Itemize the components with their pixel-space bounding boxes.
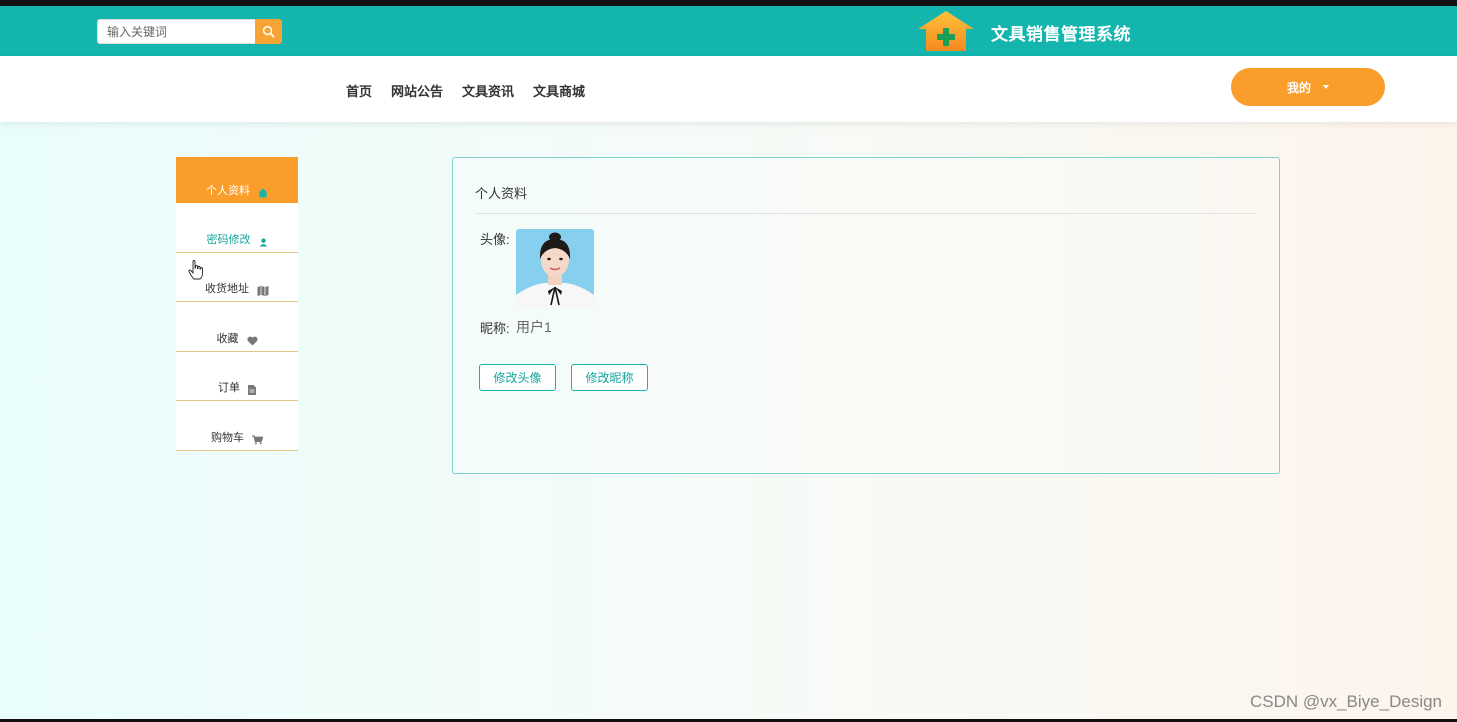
- nav-shop[interactable]: 文具商城: [533, 81, 585, 100]
- nav-announcements[interactable]: 网站公告: [391, 81, 443, 100]
- house-plus-icon: [918, 11, 974, 51]
- my-account-label: 我的: [1286, 80, 1311, 95]
- sidebar-item-password[interactable]: 密码修改: [176, 203, 298, 253]
- sidebar-item-label: 购物车: [211, 431, 244, 444]
- sidebar-item-label: 个人资料: [206, 185, 250, 197]
- nav-news[interactable]: 文具资讯: [462, 81, 514, 100]
- nav-bar: 首页 网站公告 文具资讯 文具商城 我的: [0, 56, 1457, 122]
- map-icon: [257, 286, 269, 296]
- sidebar-item-favorites[interactable]: 收藏: [176, 302, 298, 352]
- change-nickname-button[interactable]: 修改昵称: [571, 364, 648, 391]
- home-icon: [258, 188, 268, 198]
- user-icon: [259, 238, 267, 247]
- chevron-down-icon: [1323, 85, 1329, 89]
- my-account-dropdown[interactable]: 我的: [1231, 68, 1385, 106]
- avatar-label: 头像:: [480, 232, 510, 247]
- sidebar-item-orders[interactable]: 订单: [176, 351, 298, 401]
- top-bar: 文具销售管理系统: [0, 6, 1457, 56]
- search-input[interactable]: [97, 19, 255, 44]
- sidebar-item-cart[interactable]: 购物车: [176, 401, 298, 451]
- sidebar-item-label: 收藏: [216, 332, 239, 345]
- nav-home[interactable]: 首页: [346, 81, 372, 100]
- watermark: CSDN @vx_Biye_Design: [1249, 692, 1442, 711]
- profile-panel: 个人资料 头像: 昵称: 用户1 修改头像 修改昵称: [452, 157, 1280, 474]
- sidebar-item-label: 密码修改: [206, 233, 251, 246]
- change-avatar-button[interactable]: 修改头像: [479, 364, 556, 391]
- nickname-label: 昵称:: [480, 321, 510, 336]
- system-title: 文具销售管理系统: [991, 25, 1131, 44]
- sidebar-item-profile[interactable]: 个人资料: [176, 157, 298, 203]
- cart-icon: [252, 435, 263, 444]
- heart-icon: [246, 336, 258, 346]
- avatar: [516, 229, 594, 307]
- search-icon: [262, 25, 275, 38]
- sidebar-item-label: 订单: [218, 382, 240, 394]
- hand-pointer-icon: [188, 260, 203, 280]
- sidebar-item-label: 收货地址: [205, 283, 249, 295]
- main-nav: 首页 网站公告 文具资讯 文具商城: [346, 81, 585, 100]
- file-icon: [248, 385, 256, 395]
- search-button[interactable]: [255, 19, 282, 44]
- panel-title: 个人资料: [475, 186, 528, 201]
- divider: [475, 213, 1256, 214]
- sidebar: 个人资料 密码修改 收货地址 收藏 订单 购物车: [176, 157, 298, 451]
- nickname-value: 用户1: [516, 319, 552, 335]
- search-box: [97, 19, 282, 44]
